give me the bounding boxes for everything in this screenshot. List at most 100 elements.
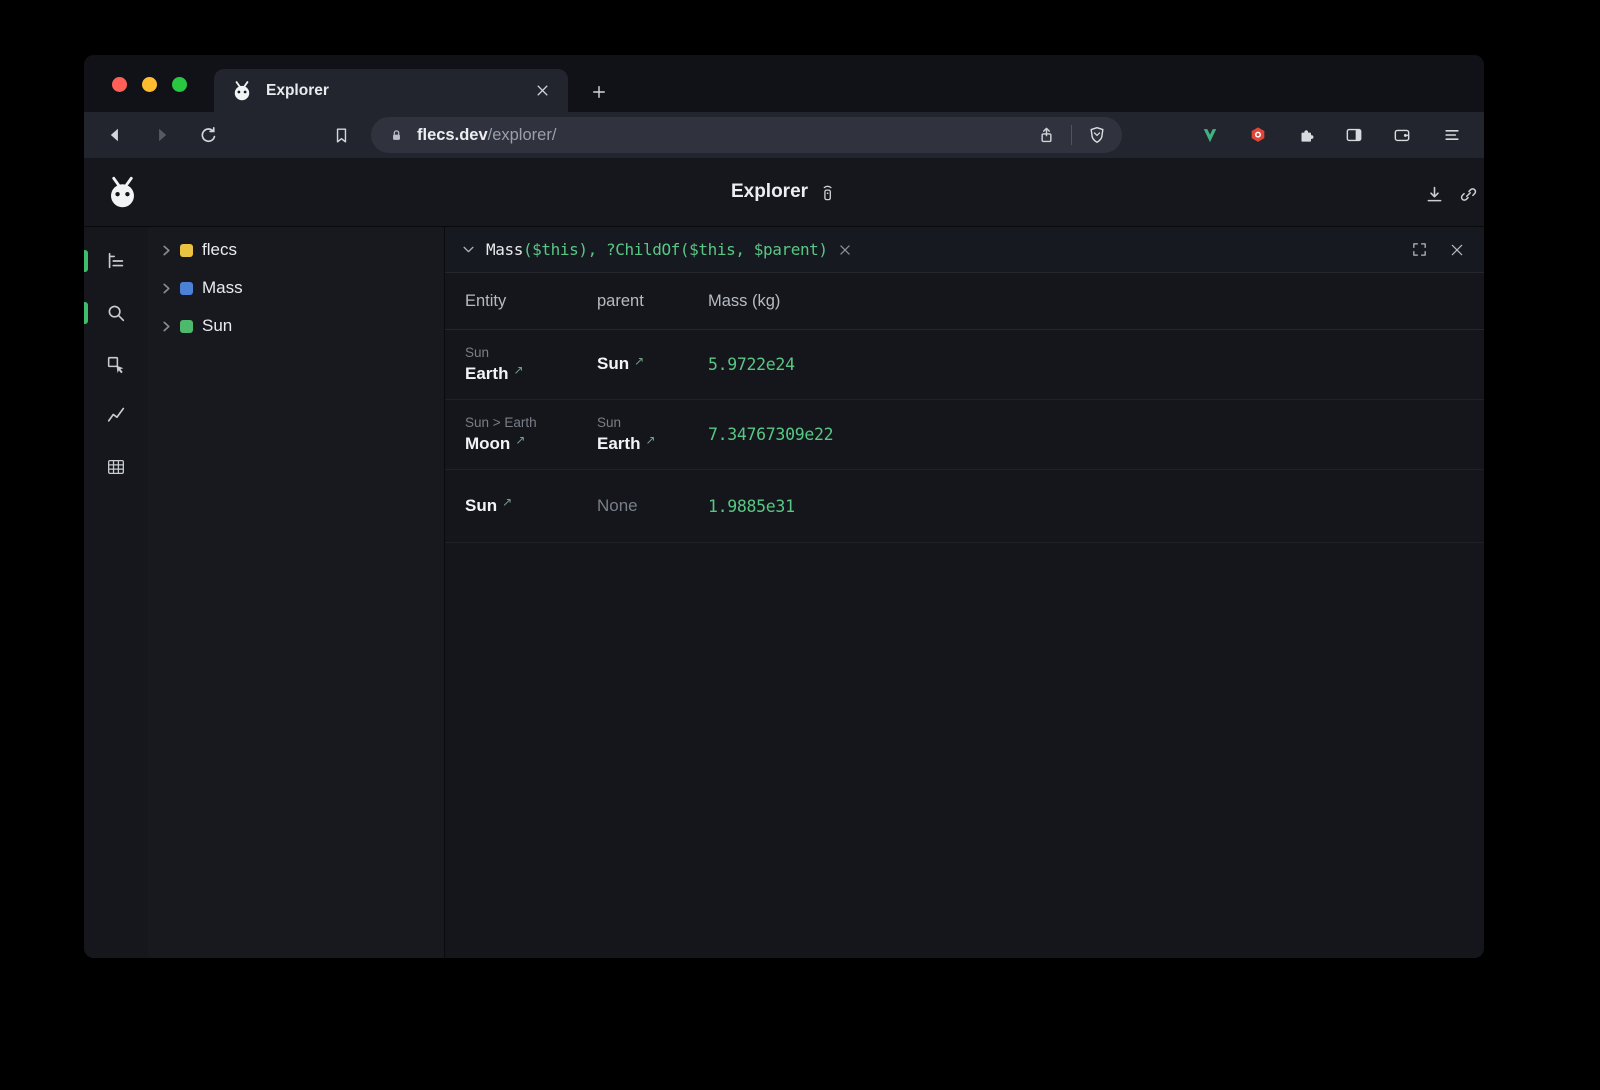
chart-icon[interactable] [105, 403, 127, 425]
inspect-icon[interactable] [105, 354, 127, 376]
urlbar-divider [1071, 125, 1072, 145]
entity-link[interactable]: Sun [465, 497, 497, 516]
query-bar: Mass($this), ?ChildOf($this, $parent) [445, 227, 1484, 273]
external-link-icon: ↗ [515, 434, 525, 447]
chevron-right-icon[interactable] [161, 321, 172, 332]
query-expression[interactable]: Mass($this), ?ChildOf($this, $parent) [486, 240, 828, 259]
download-icon[interactable] [1422, 182, 1446, 206]
table-row: SunEarth↗Sun↗5.9722e24 [445, 330, 1484, 400]
flecs-logo-icon [230, 79, 254, 103]
search-icon[interactable] [105, 302, 127, 324]
query-segment: Mass [486, 240, 523, 259]
parent-path: Sun [597, 416, 708, 431]
query-segment: ($this), [523, 240, 606, 259]
tab-strip: Explorer [84, 55, 1484, 112]
page-title-group: Explorer [731, 181, 837, 203]
entity-link[interactable]: Moon [465, 435, 510, 454]
tab-close-icon[interactable] [530, 79, 554, 103]
back-icon[interactable] [103, 123, 127, 147]
tree-item-label: Sun [202, 316, 232, 336]
parent-value: None [597, 497, 638, 516]
flecs-logo-icon[interactable] [105, 175, 140, 210]
entity-link[interactable]: Earth [465, 365, 508, 384]
tree-item-label: flecs [202, 240, 237, 260]
entity-tree-list: flecs Mass Sun [148, 231, 444, 345]
menu-icon[interactable] [1440, 123, 1464, 147]
url-bar[interactable]: flecs.dev/explorer/ [371, 117, 1122, 153]
lock-icon [384, 123, 408, 147]
column-header: parent [597, 292, 708, 311]
mass-value: 1.9885e31 [708, 497, 1484, 516]
column-header: Mass (kg) [708, 292, 1484, 311]
new-tab-button[interactable] [586, 79, 612, 105]
url-path: /explorer/ [488, 126, 557, 145]
zoom-window-button[interactable] [172, 77, 187, 92]
parent-link[interactable]: Earth [597, 435, 640, 454]
tree-item-flecs[interactable]: flecs [148, 231, 444, 269]
extensions-puzzle-icon[interactable] [1294, 123, 1318, 147]
parent-cell: None [597, 470, 708, 542]
explorer-header: Explorer [84, 158, 1484, 227]
active-indicator [84, 250, 88, 272]
brave-shields-icon[interactable] [1085, 123, 1109, 147]
active-indicator [84, 302, 88, 324]
entity-color-square [180, 244, 193, 257]
tree-item-sun[interactable]: Sun [148, 307, 444, 345]
chevron-right-icon[interactable] [161, 245, 172, 256]
entity-cell: Sun ↗ [465, 470, 597, 542]
entity-tree-panel: flecs Mass Sun [148, 227, 445, 958]
entity-cell: SunEarth↗ [465, 330, 597, 399]
mass-cell: 7.34767309e22 [708, 400, 1484, 469]
remote-icon[interactable] [818, 183, 837, 202]
entity-cell: Sun > Earth Moon ↗ [465, 400, 597, 469]
mass-cell: 1.9885e31 [708, 470, 1484, 542]
chevron-down-icon[interactable] [461, 242, 476, 257]
screen-background: Explorer [0, 0, 1600, 1090]
content-area: flecs Mass Sun Mass($this), ?ChildOf($this… [84, 227, 1484, 958]
entity-path: Sun > Earth [465, 416, 597, 431]
entity-tree-icon[interactable] [105, 250, 127, 272]
chevron-right-icon[interactable] [161, 283, 172, 294]
entity-color-square [180, 320, 193, 333]
parent-cell: Sun ↗ [597, 330, 708, 399]
url-host: flecs.dev [417, 126, 488, 145]
mass-value: 5.9722e24 [708, 355, 1484, 374]
tree-item-mass[interactable]: Mass [148, 269, 444, 307]
fullscreen-icon[interactable] [1408, 239, 1430, 261]
query-segment: ?ChildOf [606, 240, 680, 259]
browser-toolbar: flecs.dev/explorer/ [84, 112, 1484, 158]
tab-title: Explorer [266, 82, 530, 100]
parent-link[interactable]: Sun [597, 355, 629, 374]
close-window-button[interactable] [112, 77, 127, 92]
external-link-icon: ↗ [513, 364, 523, 377]
external-link-icon: ↗ [645, 434, 655, 447]
page-title: Explorer [731, 181, 808, 203]
external-link-icon: ↗ [634, 355, 644, 368]
tree-item-label: Mass [202, 278, 243, 298]
results-table-body: SunEarth↗Sun↗5.9722e24Sun > EarthMoon↗Su… [445, 330, 1484, 543]
mass-cell: 5.9722e24 [708, 330, 1484, 399]
link-icon[interactable] [1456, 182, 1480, 206]
traffic-lights [112, 77, 187, 92]
grid-icon[interactable] [105, 456, 127, 478]
sidebar-toggle-icon[interactable] [1342, 123, 1366, 147]
table-row: Sun > Earth Moon ↗ Sun Earth ↗ 7.34767309e22 [445, 400, 1484, 470]
column-header: Entity [465, 292, 597, 311]
browser-window: Explorer [84, 55, 1484, 958]
forward-icon[interactable] [150, 123, 174, 147]
query-panel: Mass($this), ?ChildOf($this, $parent) E [445, 227, 1484, 958]
vue-extension-icon[interactable] [1198, 123, 1222, 147]
wallet-icon[interactable] [1390, 123, 1414, 147]
clear-query-icon[interactable] [837, 242, 853, 258]
close-panel-icon[interactable] [1446, 239, 1468, 261]
external-link-icon: ↗ [502, 496, 512, 509]
minimize-window-button[interactable] [142, 77, 157, 92]
share-icon[interactable] [1034, 123, 1058, 147]
parent-cell: Sun Earth ↗ [597, 400, 708, 469]
table-row: Sun ↗ None 1.9885e31 [445, 470, 1484, 543]
bookmark-icon[interactable] [329, 123, 353, 147]
icon-rail [84, 227, 148, 958]
browser-tab[interactable]: Explorer [214, 69, 568, 112]
hexagon-extension-icon[interactable] [1246, 123, 1270, 147]
reload-icon[interactable] [196, 123, 220, 147]
